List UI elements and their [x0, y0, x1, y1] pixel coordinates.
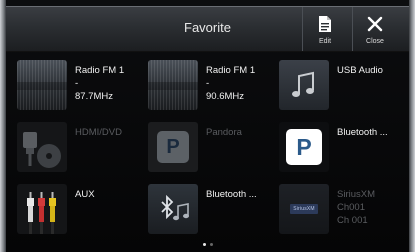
- radio-tuner-thumbnail: [17, 60, 67, 110]
- tile-line: USB Audio: [337, 65, 383, 76]
- tile-line: Pandora: [206, 127, 242, 138]
- edit-label: Edit: [318, 38, 332, 45]
- edit-document-icon: [318, 13, 332, 35]
- favorite-tile-bluetooth-audio[interactable]: Bluetooth ...: [144, 178, 274, 238]
- pandora-icon: P: [279, 122, 329, 172]
- tile-line: Ch001: [337, 202, 365, 213]
- tile-line: Radio FM 1: [75, 65, 125, 76]
- header-bar: Favorite Edit Close: [6, 6, 409, 52]
- tile-line: 90.6MHz: [206, 91, 245, 102]
- bluetooth-music-icon: [148, 184, 198, 234]
- tile-label: Radio FM 1 - 87.7MHz: [75, 64, 141, 103]
- favorite-screen: Favorite Edit Close Radio FM 1 - 87.7MHz…: [0, 0, 415, 252]
- radio-tuner-thumbnail: [148, 60, 198, 110]
- tile-line: AUX: [75, 189, 95, 200]
- rca-cable-icon: [17, 184, 67, 234]
- tile-label: SiriusXM Ch001 Ch 001: [337, 188, 403, 227]
- favorite-tile-pandora: P Pandora: [144, 116, 274, 176]
- tile-label: AUX: [75, 188, 141, 201]
- page-indicator: [0, 243, 415, 246]
- favorite-tile-radio-fm1-877[interactable]: Radio FM 1 - 87.7MHz: [13, 54, 143, 114]
- favorites-grid: Radio FM 1 - 87.7MHz Radio FM 1 - 90.6MH…: [13, 54, 405, 240]
- edit-button[interactable]: Edit: [302, 7, 347, 51]
- tile-line: Radio FM 1: [206, 65, 256, 76]
- pandora-icon: P: [148, 122, 198, 172]
- pandora-p-glyph: P: [286, 129, 322, 165]
- close-button[interactable]: Close: [352, 7, 397, 51]
- tile-line: Bluetooth ...: [206, 189, 257, 200]
- favorite-tile-bluetooth-pandora[interactable]: P Bluetooth ...: [275, 116, 405, 176]
- tile-label: HDMI/DVD: [75, 126, 141, 139]
- tile-line: 87.7MHz: [75, 91, 114, 102]
- page-dot-active[interactable]: [202, 243, 206, 246]
- favorite-tile-siriusxm: SiriusXM SiriusXM Ch001 Ch 001: [275, 178, 405, 238]
- tile-label: Radio FM 1 - 90.6MHz: [206, 64, 272, 103]
- hdmi-disc-icon: [17, 122, 67, 172]
- favorite-tile-radio-fm1-906[interactable]: Radio FM 1 - 90.6MHz: [144, 54, 274, 114]
- siriusxm-logo-text: SiriusXM: [290, 204, 318, 214]
- tile-line: HDMI/DVD: [75, 127, 122, 138]
- screen-bezel-right: [409, 0, 415, 252]
- tile-line: Bluetooth ...: [337, 127, 388, 138]
- tile-line: -: [75, 78, 79, 89]
- siriusxm-logo: SiriusXM: [279, 184, 329, 234]
- tile-line: SiriusXM: [337, 189, 376, 200]
- tile-label: Bluetooth ...: [337, 126, 403, 139]
- music-note-icon: [279, 60, 329, 110]
- pandora-p-glyph: P: [157, 131, 189, 163]
- favorite-tile-aux[interactable]: AUX: [13, 178, 143, 238]
- tile-label: Pandora: [206, 126, 272, 139]
- favorite-tile-usb-audio[interactable]: USB Audio: [275, 54, 405, 114]
- favorite-tile-hdmi-dvd: HDMI/DVD: [13, 116, 143, 176]
- tile-line: -: [206, 78, 210, 89]
- tile-label: USB Audio: [337, 64, 403, 77]
- close-icon: [367, 13, 383, 35]
- tile-line: Ch 001: [337, 215, 368, 226]
- page-dot[interactable]: [209, 243, 213, 246]
- close-label: Close: [366, 38, 384, 45]
- page-title: Favorite: [184, 20, 231, 35]
- tile-label: Bluetooth ...: [206, 188, 272, 201]
